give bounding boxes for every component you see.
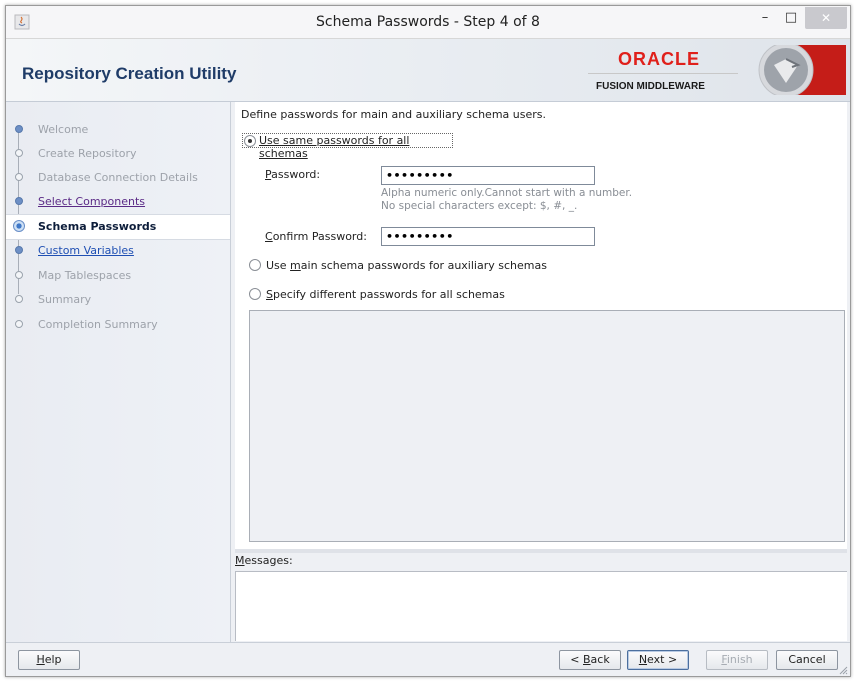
nav-step-label: Completion Summary bbox=[38, 318, 158, 331]
schema-password-table bbox=[249, 310, 845, 542]
step-dot-icon bbox=[15, 125, 23, 133]
back-button[interactable]: < Back bbox=[559, 650, 621, 670]
step-dot-icon bbox=[15, 197, 23, 205]
resize-grip-icon[interactable] bbox=[838, 665, 848, 675]
title-bar: Schema Passwords - Step 4 of 8 – □ ✕ bbox=[6, 6, 850, 39]
close-button[interactable]: ✕ bbox=[805, 7, 847, 29]
nav-step-label: Map Tablespaces bbox=[38, 269, 132, 282]
minimize-button[interactable]: – bbox=[752, 7, 778, 29]
nav-step-database-connection: Database Connection Details bbox=[6, 166, 230, 190]
cancel-button[interactable]: Cancel bbox=[776, 650, 838, 670]
nav-step-label[interactable]: Select Components bbox=[38, 195, 145, 208]
password-hint-line-2: No special characters except: $, #, _. bbox=[381, 200, 578, 212]
nav-step-label[interactable]: Custom Variables bbox=[38, 244, 134, 257]
confirm-password-label: Confirm Password: bbox=[265, 230, 367, 243]
footer-bar: Help < Back Next > Finish Cancel bbox=[6, 642, 850, 676]
brand-divider bbox=[588, 73, 738, 74]
step-dot-icon bbox=[15, 271, 23, 279]
nav-step-select-components[interactable]: Select Components bbox=[6, 190, 230, 214]
messages-label: Messages: bbox=[235, 554, 847, 570]
header-banner: Repository Creation Utility ORACLE FUSIO… bbox=[6, 39, 850, 102]
main-schema-option[interactable]: Use main schema passwords for auxiliary … bbox=[249, 259, 579, 274]
password-input[interactable]: ••••••••• bbox=[381, 166, 595, 185]
step-dot-icon bbox=[15, 149, 23, 157]
step-dot-icon bbox=[15, 246, 23, 254]
radio-label: Use same passwords for all schemas bbox=[259, 134, 410, 160]
nav-step-map-tablespaces: Map Tablespaces bbox=[6, 264, 230, 288]
same-passwords-option[interactable]: Use same passwords for all schemas bbox=[242, 133, 453, 160]
password-label: Password: bbox=[265, 168, 321, 181]
nav-step-custom-variables[interactable]: Custom Variables bbox=[6, 239, 230, 263]
app-title: Repository Creation Utility bbox=[22, 64, 237, 83]
nav-step-label: Schema Passwords bbox=[38, 220, 157, 233]
main-content: Define passwords for main and auxiliary … bbox=[235, 102, 847, 549]
next-button[interactable]: Next > bbox=[627, 650, 689, 670]
nav-step-welcome: Welcome bbox=[6, 118, 230, 142]
nav-step-label: Summary bbox=[38, 293, 92, 306]
installer-window: Schema Passwords - Step 4 of 8 – □ ✕ Rep… bbox=[5, 5, 851, 677]
maximize-button[interactable]: □ bbox=[778, 7, 804, 29]
splitter-handle[interactable] bbox=[235, 549, 847, 553]
nav-step-create-repository: Create Repository bbox=[6, 142, 230, 166]
confirm-password-input[interactable]: ••••••••• bbox=[381, 227, 595, 246]
intro-text: Define passwords for main and auxiliary … bbox=[241, 108, 546, 121]
step-dot-icon bbox=[15, 173, 23, 181]
messages-area[interactable] bbox=[235, 571, 847, 641]
nav-step-label: Create Repository bbox=[38, 147, 137, 160]
step-dot-icon bbox=[15, 320, 23, 328]
oracle-logo-text: ORACLE bbox=[618, 49, 700, 69]
window-title: Schema Passwords - Step 4 of 8 bbox=[316, 14, 540, 30]
nav-step-label: Database Connection Details bbox=[38, 171, 198, 184]
finish-button[interactable]: Finish bbox=[706, 650, 768, 670]
help-button[interactable]: Help bbox=[18, 650, 80, 670]
step-dot-icon bbox=[15, 295, 23, 303]
radio-different-passwords[interactable] bbox=[249, 288, 261, 300]
current-step-icon bbox=[13, 220, 25, 232]
radio-label: Use main schema passwords for auxiliary … bbox=[266, 259, 547, 272]
fusion-logo-icon bbox=[758, 45, 846, 95]
password-hint-line-1: Alpha numeric only.Cannot start with a n… bbox=[381, 187, 633, 199]
different-passwords-option[interactable]: Specify different passwords for all sche… bbox=[249, 288, 549, 303]
nav-step-label: Welcome bbox=[38, 123, 89, 136]
radio-label: Specify different passwords for all sche… bbox=[266, 288, 505, 301]
nav-step-schema-passwords: Schema Passwords bbox=[6, 214, 230, 240]
nav-step-completion-summary: Completion Summary bbox=[6, 313, 230, 337]
step-navigation: Welcome Create Repository Database Conne… bbox=[6, 102, 231, 642]
nav-step-summary: Summary bbox=[6, 288, 230, 312]
radio-same-passwords[interactable] bbox=[244, 135, 256, 147]
radio-main-schema[interactable] bbox=[249, 259, 261, 271]
password-label-text: assword: bbox=[271, 168, 321, 181]
fusion-middleware-text: FUSION MIDDLEWARE bbox=[596, 81, 705, 92]
